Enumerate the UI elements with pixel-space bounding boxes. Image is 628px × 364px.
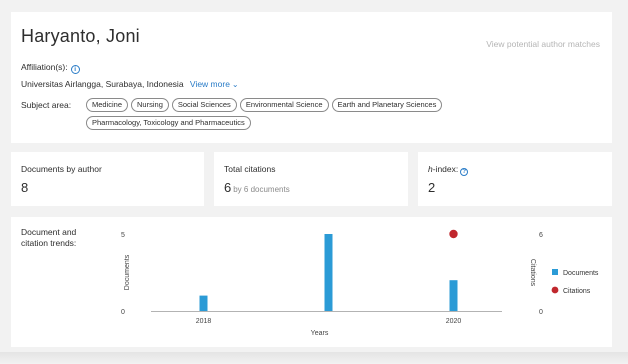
legend-documents-swatch <box>552 269 558 275</box>
citations-value[interactable]: 6 <box>224 180 231 195</box>
citations-metric-card[interactable]: Total citations 6 by 6 documents <box>214 152 408 206</box>
citations-label: Total citations <box>224 164 276 174</box>
documents-bar <box>324 234 333 311</box>
subject-chip[interactable]: Nursing <box>131 98 169 112</box>
legend-citations-swatch <box>551 286 559 294</box>
subject-chips-row-1: Medicine Nursing Social Sciences Environmen… <box>86 98 443 112</box>
citations-value-row: 6 by 6 documents <box>224 180 290 195</box>
documents-metric-card[interactable]: Documents by author 8 <box>11 152 204 206</box>
trends-chart: 0 5 0 6 Documents Citations 2018 2020 Years Docum… <box>121 229 599 337</box>
documents-bar <box>449 280 458 311</box>
documents-value[interactable]: 8 <box>21 180 28 195</box>
h-index-metric-card: h-index:? 2 <box>418 152 612 206</box>
left-tick-label: 0 <box>121 309 125 316</box>
citations-sub: by 6 documents <box>233 185 290 194</box>
affiliation-label: Affiliation(s): <box>21 62 68 72</box>
documents-label: Documents by author <box>21 164 102 174</box>
chevron-down-icon[interactable]: ⌄ <box>232 80 239 89</box>
y-axis-left-label: Documents <box>124 254 131 290</box>
x-tick-label: 2020 <box>446 318 462 325</box>
h-index-value: 2 <box>428 180 436 195</box>
subject-area-label: Subject area: <box>21 100 72 110</box>
author-name: Haryanto, Joni <box>21 26 140 46</box>
subject-chip[interactable]: Medicine <box>86 98 129 112</box>
page-shadow <box>0 352 628 364</box>
affiliation-value: Universitas Airlangga, Surabaya, Indones… <box>21 79 184 89</box>
subject-chip[interactable]: Earth and Planetary Sciences <box>331 98 443 112</box>
affiliation-label-row: Affiliation(s): i <box>21 62 80 74</box>
view-more-link[interactable]: View more ⌄ <box>190 79 239 89</box>
potential-author-matches-link[interactable]: View potential author matches <box>486 39 600 49</box>
y-axis-right-label: Citations <box>529 259 536 287</box>
documents-bar <box>199 295 208 311</box>
left-tick-label: 5 <box>121 232 125 239</box>
x-tick-label: 2018 <box>196 318 212 325</box>
h-index-label: h-index:? <box>428 164 469 176</box>
help-icon[interactable]: ? <box>460 168 469 176</box>
trends-card: Document and citation trends: 0 5 0 6 Docume… <box>11 217 612 347</box>
citations-point <box>449 229 458 239</box>
subject-chip[interactable]: Pharmacology, Toxicology and Pharmaceuti… <box>86 116 251 130</box>
x-axis-label: Years <box>311 330 329 337</box>
right-tick-label: 0 <box>539 309 543 316</box>
affiliation-row: Universitas Airlangga, Surabaya, Indones… <box>21 79 239 89</box>
h-index-label-rest: -index: <box>432 164 459 174</box>
right-tick-label: 6 <box>539 232 543 239</box>
legend-citations-label: Citations <box>563 288 591 295</box>
subject-chips-row-2: Pharmacology, Toxicology and Pharmaceuti… <box>86 116 251 130</box>
legend-documents-label: Documents <box>563 270 599 277</box>
subject-chip[interactable]: Environmental Science <box>239 98 329 112</box>
info-icon[interactable]: i <box>70 65 80 74</box>
author-profile-card: Haryanto, Joni View potential author mat… <box>11 12 612 143</box>
subject-chip[interactable]: Social Sciences <box>171 98 237 112</box>
view-more-label[interactable]: View more <box>190 79 230 89</box>
